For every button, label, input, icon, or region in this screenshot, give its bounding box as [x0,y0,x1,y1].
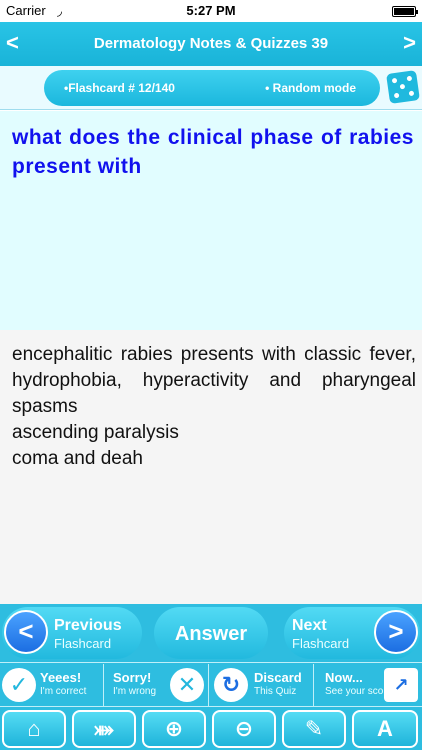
score-subtitle: See your score [325,686,393,697]
highlight-icon[interactable]: ✎ [282,710,346,748]
wrong-button[interactable]: Sorry! I'm wrong ✕ [105,664,209,706]
wrong-subtitle: I'm wrong [113,686,157,697]
status-bar: Carrier ◞ 5:27 PM [0,0,422,22]
status-time: 5:27 PM [186,3,236,18]
next-flashcard-button[interactable]: Next Flashcard > [284,607,420,659]
see-score-button[interactable]: Now... See your score ↗ [315,664,422,706]
next-sublabel: Flashcard [292,636,350,651]
flashcard-info-pill: •Flashcard # 12/140 • Random mode [44,70,380,106]
discard-quiz-button[interactable]: ↻ Discard This Quiz [210,664,314,706]
answer-label: Answer [174,623,248,645]
answer-line: encephalitic rabies presents with classi… [12,344,416,417]
answer-line: coma and deah [12,448,143,469]
left-arrow-icon: < [4,610,48,654]
quiz-actions-row: ✓ Yeees! I'm correct Sorry! I'm wrong ✕ … [0,662,422,706]
discard-title: Discard [254,670,302,685]
forward-chevron-icon[interactable]: > [403,30,416,56]
flashcard-info-band: •Flashcard # 12/140 • Random mode [0,66,422,110]
question-panel: what does the clinical phase of rabies p… [0,111,422,330]
answer-button[interactable]: Answer [154,607,268,659]
previous-sublabel: Flashcard [54,636,112,651]
page-title: Dermatology Notes & Quizzes 39 [93,35,329,52]
flashcard-counter: •Flashcard # 12/140 [64,81,175,95]
correct-button[interactable]: ✓ Yeees! I'm correct [0,664,104,706]
refresh-icon: ↻ [214,668,248,702]
answer-line: ascending paralysis [12,422,179,443]
previous-flashcard-button[interactable]: < Previous Flashcard [2,607,142,659]
dice-icon[interactable] [386,70,420,104]
next-label: Next [292,617,327,634]
home-icon[interactable]: ⌂ [2,710,66,748]
mode-label: • Random mode [265,81,356,95]
answer-panel: encephalitic rabies presents with classi… [0,330,422,604]
correct-subtitle: I'm correct [40,686,87,697]
previous-label: Previous [54,617,122,634]
wrong-title: Sorry! [113,670,152,685]
share-icon[interactable]: ⤘ [72,710,136,748]
flashcard-navigation-row: < Previous Flashcard Answer Next Flashca… [0,604,422,662]
chart-icon: ↗ [384,668,418,702]
font-icon[interactable]: A [352,710,418,748]
bottom-toolbar: ⌂ ⤘ ⊕ ⊖ ✎ A [0,706,422,750]
discard-subtitle: This Quiz [254,686,297,697]
score-title: Now... [325,670,363,685]
right-arrow-icon: > [374,610,418,654]
cross-icon: ✕ [170,668,204,702]
correct-title: Yeees! [40,670,82,685]
navigation-bar: < Dermatology Notes & Quizzes 39 > [0,22,422,66]
question-text: what does the clinical phase of rabies p… [12,126,414,178]
battery-icon [392,6,418,17]
checkmark-icon: ✓ [2,668,36,702]
zoom-out-icon[interactable]: ⊖ [212,710,276,748]
zoom-in-icon[interactable]: ⊕ [142,710,206,748]
